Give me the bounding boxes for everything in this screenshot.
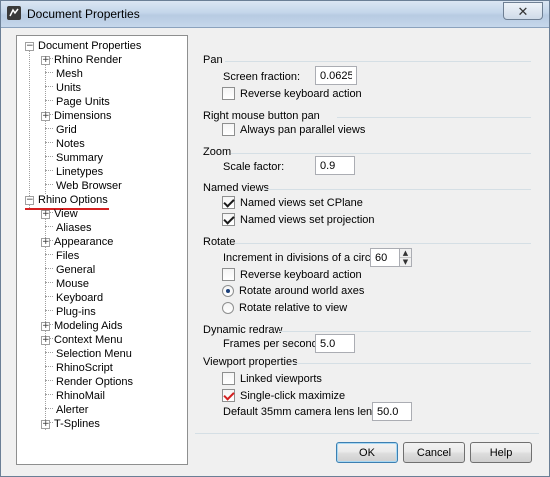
expand-icon[interactable]: + — [41, 419, 50, 429]
single-click-maximize-option[interactable]: Single-click maximize — [222, 389, 345, 402]
rotate-relative-to-view-radio[interactable] — [222, 302, 234, 314]
window-title: Document Properties — [27, 7, 140, 21]
view-options-panel: Pan Screen fraction: Reverse keyboard ac… — [195, 35, 537, 435]
tree-item-files[interactable]: Files — [56, 249, 79, 263]
camera-lens-length-input[interactable] — [372, 402, 412, 421]
single-click-maximize-checkbox[interactable] — [222, 389, 235, 402]
expand-icon[interactable]: + — [41, 321, 50, 331]
tree-item-keyboard[interactable]: Keyboard — [56, 291, 103, 305]
tree-item-page-units[interactable]: Page Units — [56, 95, 110, 109]
expand-icon[interactable]: + — [41, 237, 50, 247]
close-icon: ✕ — [517, 3, 529, 19]
always-pan-parallel-option[interactable]: Always pan parallel views — [222, 123, 365, 136]
tree-item-web-browser[interactable]: Web Browser — [56, 179, 122, 193]
zoom-group-title: Zoom — [203, 146, 232, 158]
collapse-icon[interactable]: − — [25, 195, 34, 205]
title-bar[interactable]: Document Properties ✕ — [1, 1, 549, 28]
tree-item-alerter[interactable]: Alerter — [56, 403, 88, 417]
tree-item-rhinoscript[interactable]: RhinoScript — [56, 361, 113, 375]
tree-item-grid[interactable]: Grid — [56, 123, 77, 137]
rotate-reverse-keyboard-checkbox[interactable] — [222, 268, 235, 281]
scale-factor-label: Scale factor: — [223, 161, 285, 173]
collapse-icon[interactable]: − — [25, 41, 34, 51]
cancel-button[interactable]: Cancel — [403, 442, 465, 463]
tree-item-rhinomail[interactable]: RhinoMail — [56, 389, 105, 403]
help-button[interactable]: Help — [470, 442, 532, 463]
screen-fraction-label: Screen fraction: — [223, 71, 301, 83]
frames-per-second-input[interactable] — [315, 334, 355, 353]
named-views-group-title: Named views — [203, 182, 270, 194]
scale-factor-input[interactable] — [315, 156, 355, 175]
pan-reverse-keyboard-checkbox[interactable] — [222, 87, 235, 100]
expand-icon[interactable]: + — [41, 55, 50, 65]
always-pan-parallel-checkbox[interactable] — [222, 123, 235, 136]
linked-viewports-checkbox[interactable] — [222, 372, 235, 385]
expand-icon[interactable]: + — [41, 335, 50, 345]
tree-item-document-properties[interactable]: − Document Properties — [25, 39, 141, 53]
camera-lens-length-label: Default 35mm camera lens length: — [223, 406, 391, 418]
tree-item-selection-menu[interactable]: Selection Menu — [56, 347, 132, 361]
tree-item-mouse[interactable]: Mouse — [56, 277, 89, 291]
tree-item-rhino-options[interactable]: − Rhino Options — [25, 193, 108, 207]
increment-divisions-input[interactable] — [370, 248, 400, 267]
tree-item-context-menu[interactable]: + Context Menu — [41, 333, 122, 347]
linked-viewports-option[interactable]: Linked viewports — [222, 372, 322, 385]
tree-item-linetypes[interactable]: Linetypes — [56, 165, 103, 179]
increment-divisions-label: Increment in divisions of a circle: — [223, 252, 382, 264]
rotate-around-world-axes-radio[interactable] — [222, 285, 234, 297]
expand-icon[interactable]: + — [41, 111, 50, 121]
tree-item-dimensions[interactable]: + Dimensions — [41, 109, 111, 123]
named-views-set-projection-checkbox[interactable] — [222, 213, 235, 226]
rotate-reverse-keyboard-option[interactable]: Reverse keyboard action — [222, 268, 362, 281]
close-button[interactable]: ✕ — [503, 2, 543, 20]
tree-item-general[interactable]: General — [56, 263, 95, 277]
tree-item-plug-ins[interactable]: Plug-ins — [56, 305, 96, 319]
named-views-set-projection-option[interactable]: Named views set projection — [222, 213, 375, 226]
pan-group-title: Pan — [203, 54, 223, 66]
tree-item-units[interactable]: Units — [56, 81, 81, 95]
viewport-properties-group-title: Viewport properties — [203, 356, 298, 368]
settings-tree[interactable]: − Document Properties + Rhino Render Mes… — [16, 35, 188, 465]
screen-fraction-input[interactable] — [315, 66, 357, 85]
increment-divisions-spinner[interactable]: ▲ ▼ — [399, 248, 412, 267]
tree-item-aliases[interactable]: Aliases — [56, 221, 91, 235]
rhino-app-icon — [7, 6, 21, 20]
spin-up-icon[interactable]: ▲ — [400, 249, 411, 258]
tree-item-rhino-render[interactable]: + Rhino Render — [41, 53, 122, 67]
expand-icon[interactable]: + — [41, 209, 50, 219]
named-views-set-cplane-option[interactable]: Named views set CPlane — [222, 196, 363, 209]
button-separator — [195, 433, 539, 434]
tree-item-view[interactable]: + View — [41, 207, 78, 221]
spin-down-icon[interactable]: ▼ — [400, 258, 411, 266]
tree-item-summary[interactable]: Summary — [56, 151, 103, 165]
rotate-relative-to-view-option[interactable]: Rotate relative to view — [222, 302, 347, 314]
tree-item-notes[interactable]: Notes — [56, 137, 85, 151]
rotate-group-title: Rotate — [203, 236, 236, 248]
frames-per-second-label: Frames per second: — [223, 338, 321, 350]
tree-item-appearance[interactable]: + Appearance — [41, 235, 113, 249]
named-views-set-cplane-checkbox[interactable] — [222, 196, 235, 209]
tree-item-render-options[interactable]: Render Options — [56, 375, 133, 389]
rotate-around-world-axes-option[interactable]: Rotate around world axes — [222, 285, 364, 297]
ok-button[interactable]: OK — [336, 442, 398, 463]
dynamic-redraw-group-title: Dynamic redraw — [203, 324, 283, 336]
tree-item-modeling-aids[interactable]: + Modeling Aids — [41, 319, 123, 333]
tree-item-mesh[interactable]: Mesh — [56, 67, 83, 81]
tree-item-t-splines[interactable]: + T-Splines — [41, 417, 100, 431]
document-properties-window: Document Properties ✕ − Document Propert… — [0, 0, 550, 477]
pan-reverse-keyboard-option[interactable]: Reverse keyboard action — [222, 87, 362, 100]
right-mouse-pan-group-title: Right mouse button pan — [203, 110, 320, 122]
